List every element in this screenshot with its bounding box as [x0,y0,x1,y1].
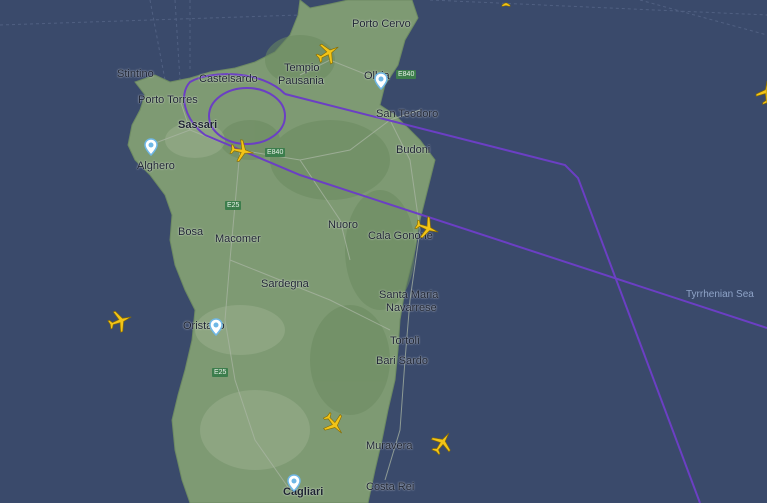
place-label: Castelsardo [199,73,258,85]
flight-tracker-map[interactable]: Porto Cervo Stintino Castelsardo Tempio … [0,0,767,503]
place-label: Sassari [178,119,218,131]
place-label: Tortolì [390,335,420,347]
place-label: Santa Maria [379,289,439,301]
airplane-icon[interactable] [414,215,440,241]
place-label: Porto Cervo [352,18,411,30]
place-label: Sardegna [261,278,309,290]
airport-pin-icon[interactable] [144,138,158,156]
airport-pin-icon[interactable] [209,318,223,336]
place-label: San Teodoro [376,108,439,120]
place-label: Budoni [396,144,431,156]
airplane-icon[interactable] [229,138,255,164]
airplane-icon[interactable] [315,40,341,66]
place-label: Muravera [366,440,413,452]
place-label: Costa Rei [366,481,415,493]
place-label: Macomer [215,233,261,245]
airport-pin-icon[interactable] [374,72,388,90]
airplane-icon[interactable] [754,80,767,106]
place-label: Bosa [178,226,204,238]
airplane-icon[interactable] [429,430,455,456]
road-shield: E840 [265,148,286,157]
place-label: Navarrese [386,302,437,314]
place-label: Stintino [117,68,154,80]
place-label: Alghero [137,160,175,172]
airplane-icon[interactable] [107,308,133,334]
road-shield: E25 [225,201,242,210]
place-label: Bari Sardo [376,355,428,367]
sea-label: Tyrrhenian Sea [686,289,754,300]
airport-pin-icon[interactable] [287,474,301,492]
place-label: Nuoro [328,219,358,231]
airplane-icon[interactable] [493,0,519,8]
place-label: Pausania [278,75,324,87]
road-shield: E25 [212,368,229,377]
road-shield: E840 [396,70,417,79]
airplane-icon[interactable] [321,411,347,437]
place-label: Porto Torres [138,94,198,106]
